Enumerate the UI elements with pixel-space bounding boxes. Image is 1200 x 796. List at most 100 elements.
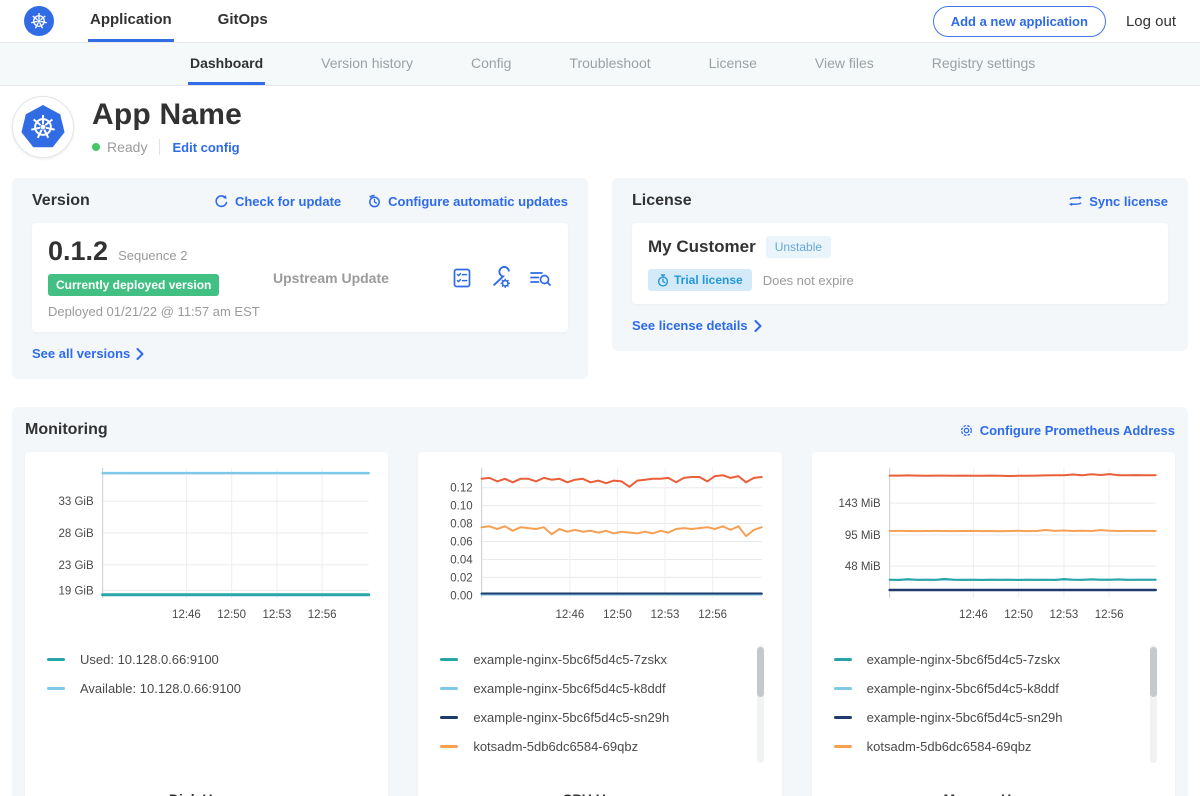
- logout-button[interactable]: Log out: [1126, 13, 1176, 30]
- legend-color-dash: [47, 658, 65, 661]
- license-card: License Sync license My Customer Unstabl…: [612, 178, 1188, 351]
- svg-text:12:46: 12:46: [556, 609, 585, 621]
- version-sequence: Sequence 2: [118, 248, 187, 263]
- legend-label: kotsadm-5db6dc6584-69qbz: [473, 739, 638, 754]
- cpu-usage-plot: 0.120.100.080.060.040.020.0012:4612:5012…: [426, 462, 773, 626]
- legend-item: example-nginx-5bc6f5d4c5-7zskx: [440, 645, 773, 674]
- tab-troubleshoot[interactable]: Troubleshoot: [567, 43, 652, 85]
- edit-config-link[interactable]: Edit config: [172, 140, 239, 155]
- app-subnav: Dashboard Version history Config Troublesho…: [0, 43, 1200, 86]
- legend-color-dash: [834, 745, 852, 748]
- chart-legend: Used: 10.128.0.66:9100 Available: 10.128.…: [47, 645, 380, 763]
- tab-config[interactable]: Config: [469, 43, 513, 85]
- configure-prometheus-link[interactable]: Configure Prometheus Address: [959, 423, 1175, 438]
- configure-automatic-updates-link[interactable]: Configure automatic updates: [367, 194, 568, 209]
- svg-text:12:46: 12:46: [959, 609, 988, 621]
- legend-label: example-nginx-5bc6f5d4c5-7zskx: [473, 652, 667, 667]
- legend-scrollbar-thumb[interactable]: [757, 647, 764, 697]
- legend-scrollbar[interactable]: [1150, 645, 1157, 763]
- svg-text:19 GiB: 19 GiB: [58, 585, 93, 597]
- check-for-update-link[interactable]: Check for update: [214, 194, 341, 209]
- memory-usage-plot: 143 MiB95 MiB48 MiB12:4612:5012:5312:56: [820, 462, 1167, 626]
- legend-item: example-nginx-5bc6f5d4c5-k8ddf: [834, 674, 1167, 703]
- license-card-title: License: [632, 192, 692, 210]
- legend-color-dash: [47, 687, 65, 690]
- svg-text:12:46: 12:46: [172, 609, 201, 621]
- legend-label: example-nginx-5bc6f5d4c5-k8ddf: [473, 681, 665, 696]
- legend-label: Available: 10.128.0.66:9100: [80, 681, 241, 696]
- tab-view-files[interactable]: View files: [813, 43, 876, 85]
- release-notes-checklist-icon[interactable]: [451, 267, 473, 289]
- log-search-icon[interactable]: [528, 267, 552, 289]
- page-title: App Name: [92, 98, 242, 132]
- legend-label: kotsadm-5db6dc6584-69qbz: [867, 739, 1032, 754]
- see-all-versions-link[interactable]: See all versions: [32, 346, 144, 361]
- wrench-gear-config-icon[interactable]: [489, 266, 512, 289]
- legend-label: Used: 10.128.0.66:9100: [80, 652, 219, 667]
- svg-text:12:50: 12:50: [1004, 609, 1033, 621]
- deployed-timestamp: Deployed 01/21/22 @ 11:57 am EST: [48, 304, 273, 319]
- svg-text:12:50: 12:50: [603, 609, 632, 621]
- svg-text:0.08: 0.08: [451, 519, 473, 531]
- trial-license-badge: Trial license: [648, 269, 752, 291]
- chart-card-cpu-usage: 0.120.100.080.060.040.020.0012:4612:5012…: [418, 452, 781, 796]
- tab-dashboard[interactable]: Dashboard: [188, 43, 265, 85]
- legend-item: example-nginx-5bc6f5d4c5-sn29h: [834, 703, 1167, 732]
- legend-color-dash: [440, 745, 458, 748]
- schedule-update-icon: [367, 194, 382, 209]
- version-number: 0.1.2: [48, 236, 108, 267]
- monitoring-title: Monitoring: [25, 421, 108, 439]
- svg-text:143 MiB: 143 MiB: [838, 498, 881, 510]
- legend-item: Available: 10.128.0.66:9100: [47, 674, 380, 703]
- sync-arrows-icon: [1068, 194, 1083, 208]
- ready-status-dot: [92, 143, 100, 151]
- license-panel: My Customer Unstable Trial license Does …: [632, 223, 1168, 304]
- legend-scrollbar[interactable]: [757, 645, 764, 763]
- version-source: Upstream Update: [273, 270, 389, 286]
- legend-scrollbar-thumb[interactable]: [1150, 647, 1157, 697]
- add-new-application-button[interactable]: Add a new application: [933, 6, 1106, 37]
- svg-text:12:53: 12:53: [263, 609, 292, 621]
- see-license-details-link[interactable]: See license details: [632, 318, 762, 333]
- chevron-right-icon: [754, 320, 762, 332]
- sync-license-link[interactable]: Sync license: [1068, 194, 1168, 209]
- tab-registry-settings[interactable]: Registry settings: [930, 43, 1037, 85]
- header-tab-gitops[interactable]: GitOps: [216, 0, 270, 42]
- legend-color-dash: [440, 716, 458, 719]
- svg-text:0.12: 0.12: [451, 483, 473, 495]
- stopwatch-icon: [657, 274, 669, 287]
- kubernetes-logo[interactable]: [24, 0, 54, 42]
- version-card: Version Check for update: [12, 178, 588, 379]
- current-version-panel: 0.1.2 Sequence 2 Currently deployed vers…: [32, 223, 568, 332]
- legend-label: example-nginx-5bc6f5d4c5-sn29h: [473, 710, 669, 725]
- svg-text:95 MiB: 95 MiB: [845, 530, 881, 542]
- tab-version-history[interactable]: Version history: [319, 43, 415, 85]
- disk-usage-plot: 33 GiB28 GiB23 GiB19 GiB12:4612:5012:531…: [33, 462, 380, 626]
- svg-text:12:56: 12:56: [1094, 609, 1123, 621]
- monitoring-section: Monitoring Configure Prometheus Address …: [12, 407, 1188, 796]
- svg-text:12:56: 12:56: [308, 609, 337, 621]
- header-tab-application[interactable]: Application: [88, 0, 174, 42]
- svg-text:0.06: 0.06: [451, 537, 473, 549]
- channel-badge: Unstable: [766, 236, 831, 258]
- refresh-icon: [214, 194, 229, 209]
- svg-text:0.04: 0.04: [451, 554, 474, 566]
- status-badge: Ready: [107, 139, 147, 155]
- version-card-title: Version: [32, 192, 90, 210]
- customer-name: My Customer: [648, 237, 756, 257]
- legend-label: example-nginx-5bc6f5d4c5-k8ddf: [867, 681, 1059, 696]
- legend-item: Used: 10.128.0.66:9100: [47, 645, 380, 674]
- svg-text:12:53: 12:53: [651, 609, 680, 621]
- tab-license[interactable]: License: [707, 43, 759, 85]
- chart-title: Disk Usage: [33, 791, 380, 796]
- legend-item: kotsadm-5db6dc6584-69qbz: [834, 732, 1167, 761]
- app-header: App Name Ready Edit config: [0, 86, 1200, 164]
- currently-deployed-badge: Currently deployed version: [48, 274, 219, 296]
- legend-item: kotsadm-5db6dc6584-69qbz: [440, 732, 773, 761]
- svg-text:12:50: 12:50: [217, 609, 246, 621]
- legend-label: example-nginx-5bc6f5d4c5-sn29h: [867, 710, 1063, 725]
- divider: [159, 139, 160, 155]
- chart-legend: example-nginx-5bc6f5d4c5-7zskx example-ng…: [440, 645, 773, 763]
- chart-title: Memory Usage: [820, 791, 1167, 796]
- svg-text:12:53: 12:53: [1049, 609, 1078, 621]
